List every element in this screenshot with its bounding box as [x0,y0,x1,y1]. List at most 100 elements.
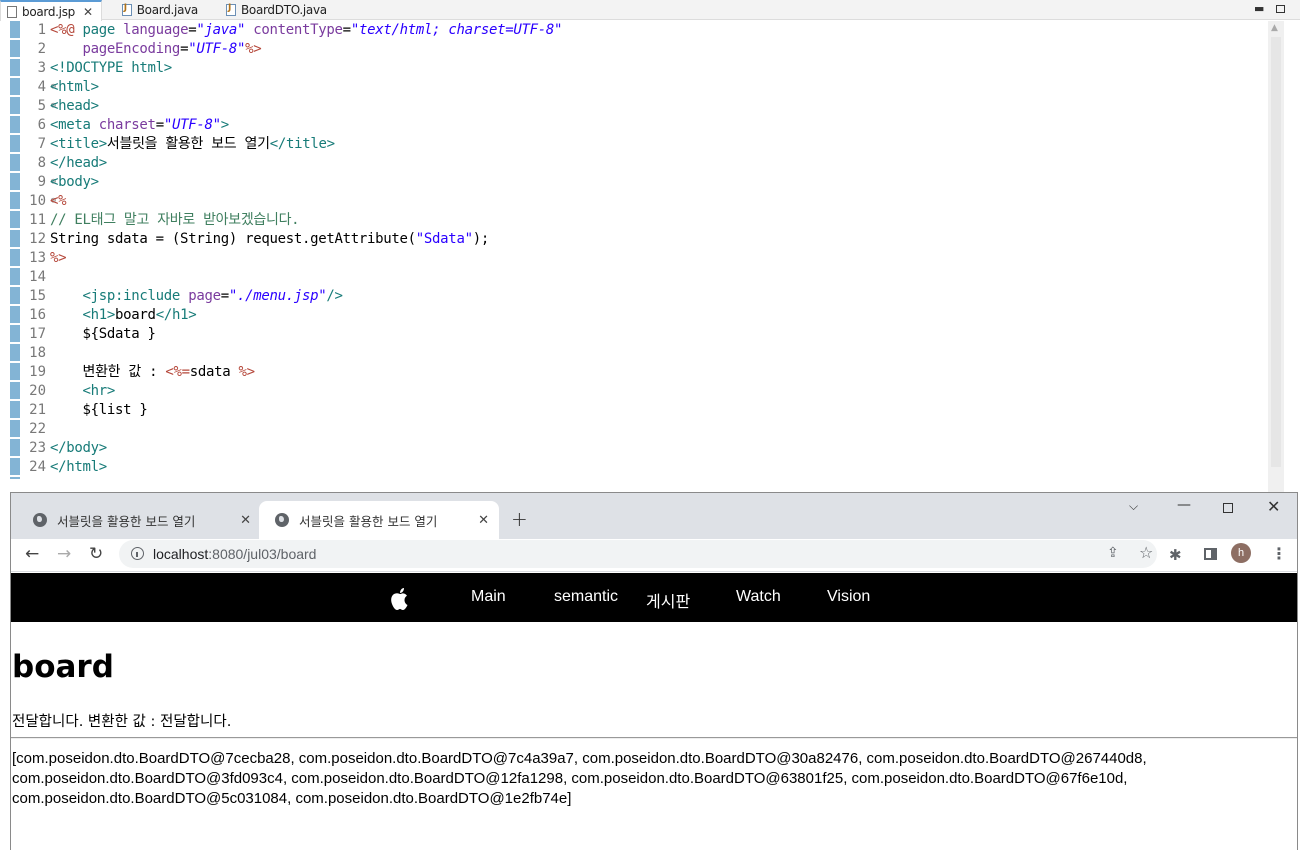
line-number: 11 [29,212,46,228]
site-menu-bar: Main semantic 게시판 Watch Vision [11,573,1297,622]
globe-icon [275,513,289,527]
address-bar[interactable]: localhost:8080/jul03/board ⇪ ☆ [119,540,1157,568]
code-line-24: </html> [50,459,107,475]
code-line-21: ${list } [50,402,148,418]
code-editor[interactable]: 1 2 3 4 ⊖ 5 ⊖ 6 7 8 9 ⊖ 10 ⊖ 11 12 13 14 15 16 17 18 19 20 21 22 2… [0,21,1300,492]
expression-open: <%= [165,364,190,380]
tab-boarddto-java[interactable]: BoardDTO.java [220,0,335,20]
tab-board-jsp[interactable]: board.jsp ✕ [0,0,102,21]
new-tab-button[interactable]: + [511,507,528,531]
menu-item-board[interactable]: 게시판 [646,588,690,612]
bookmark-star-icon[interactable]: ☆ [1139,543,1153,562]
equals: = [220,288,229,304]
menu-kebab-icon[interactable]: ⋮ [1271,544,1287,563]
tag: <meta [50,117,99,133]
close-window-icon[interactable]: ✕ [1267,497,1280,516]
code-line-11: // EL태그 말고 자바로 받아보겠습니다. [50,212,300,228]
maximize-icon[interactable] [1223,503,1233,513]
tab-spacer [102,0,116,20]
expression-close: %> [238,364,256,380]
line-number: 17 [29,326,46,342]
code-line-20: <hr> [50,383,116,399]
scroll-up-icon[interactable]: ▲ [1271,23,1278,33]
tab-label: BoardDTO.java [240,3,327,17]
minimize-icon[interactable]: ▬ [1254,2,1264,15]
side-panel-icon[interactable] [1204,548,1217,560]
reload-icon[interactable]: ↻ [89,544,103,564]
line-number: 3 [37,60,46,76]
extensions-icon[interactable]: ✱ [1169,546,1182,564]
close-icon[interactable]: ✕ [240,513,251,528]
page-heading: board [12,649,114,685]
line-number: 12 [29,231,46,247]
minimize-icon[interactable]: — [1177,497,1191,513]
line-number: 6 [37,117,46,133]
equals: = [155,117,164,133]
menu-item-main[interactable]: Main [471,588,506,606]
java-file-icon [225,3,236,16]
code-line-17: ${Sdata } [50,326,156,342]
info-icon[interactable] [131,547,144,560]
code-line-1: <%@ page language="java" contentType="te… [50,21,1260,40]
maximize-icon[interactable] [1276,5,1285,13]
code-line-5: <head> [50,98,99,114]
tab-spacer [206,0,220,20]
forward-arrow-icon[interactable]: → [57,544,71,564]
share-icon[interactable]: ⇪ [1107,545,1119,561]
change-ruler [10,21,20,479]
attr-value: "text/html; charset=UTF-8" [350,22,563,38]
menu-item-watch[interactable]: Watch [736,588,781,606]
tab-label: board.jsp [22,4,75,19]
tag: </h1> [155,307,197,323]
code-line-2: pageEncoding="UTF-8"%> [50,40,1260,59]
menu-item-semantic[interactable]: semantic [554,588,618,606]
line-number: 1 [37,22,46,38]
chevron-down-icon[interactable]: ⌵ [1129,499,1138,514]
directive-name: page [82,22,124,38]
line-number: 16 [29,307,46,323]
apple-logo-icon[interactable] [389,587,411,611]
code-line-10: <% [50,193,67,209]
tab-label: Board.java [136,3,199,17]
line-number-gutter: 1 2 3 4 ⊖ 5 ⊖ 6 7 8 9 ⊖ 10 ⊖ 11 12 13 14 15 16 17 18 19 20 21 22 2… [20,21,56,477]
close-icon[interactable]: ✕ [478,513,489,528]
url-host: localhost [153,546,209,562]
avatar[interactable]: h [1231,543,1251,563]
ide-window: board.jsp ✕ Board.java BoardDTO.java ▬ 1… [0,0,1300,492]
editor-tab-bar: board.jsp ✕ Board.java BoardDTO.java ▬ [0,0,1300,21]
scrollbar-thumb[interactable] [1271,37,1281,467]
directive-close: %> [245,41,262,57]
browser-tab-1[interactable]: 서블릿을 활용한 보드 열기 ✕ [17,501,261,539]
back-arrow-icon[interactable]: ← [25,544,39,564]
line-number: 5 ⊖ [37,98,56,114]
code-line-13: %> [50,250,67,266]
tab-board-java[interactable]: Board.java [116,0,206,20]
code-line-16: <h1>board</h1> [50,306,1260,325]
line-number: 7 [37,136,46,152]
board-list-output: [com.poseidon.dto.BoardDTO@7cecba28, com… [12,750,1147,807]
line-number: 20 [29,383,46,399]
line-number: 18 [29,345,46,361]
code-line-23: </body> [50,440,107,456]
browser-tab-2-active[interactable]: 서블릿을 활용한 보드 열기 ✕ [259,501,499,539]
line-number: 14 [29,269,46,285]
attr-value: "UTF-8" [188,41,246,57]
directive-open: <%@ [50,22,83,38]
java-code: ); [472,231,490,247]
attr-name: charset [98,117,156,133]
code-area[interactable]: <%@ page language="java" contentType="te… [50,21,1260,477]
heading-text: board [115,307,156,323]
attr-name: contentType [245,22,343,38]
close-icon[interactable]: ✕ [83,5,93,19]
line-number: 13 [29,250,46,266]
url-path: :8080/jul03/board [208,546,317,562]
url-text[interactable]: localhost:8080/jul03/board [153,546,316,562]
editor-scrollbar[interactable]: ▲ [1268,21,1284,492]
menu-item-vision[interactable]: Vision [827,588,870,606]
line-number: 22 [29,421,46,437]
divider [11,737,1297,739]
code-line-6: <meta charset="UTF-8"> [50,116,1260,135]
code-line-3: <!DOCTYPE html> [50,60,172,76]
